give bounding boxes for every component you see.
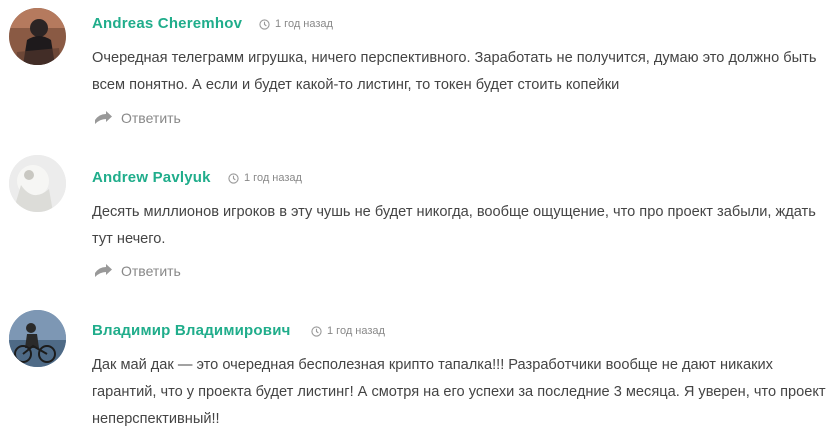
reply-label: Ответить — [121, 263, 181, 279]
comment-author[interactable]: Andrew Pavlyuk — [92, 169, 211, 186]
comment-text: Десять миллионов игроков в эту чушь не б… — [92, 204, 816, 247]
clock-icon — [311, 325, 322, 337]
reply-label: Ответить — [121, 110, 181, 126]
reply-button[interactable]: Ответить — [94, 110, 181, 126]
comment-author[interactable]: Andreas Cheremhov — [92, 15, 242, 32]
reply-button[interactable]: Ответить — [94, 263, 181, 279]
time-label: 1 год назад — [275, 18, 333, 30]
time-label: 1 год назад — [244, 172, 302, 184]
avatar[interactable] — [9, 310, 66, 367]
reply-arrow-icon — [95, 264, 112, 277]
reply-arrow-icon — [95, 111, 112, 124]
avatar[interactable] — [9, 155, 66, 212]
clock-icon — [228, 172, 239, 184]
clock-icon — [259, 18, 270, 30]
time-label: 1 год назад — [327, 325, 385, 337]
comment-text: Очередная телеграмм игрушка, ничего перс… — [92, 50, 817, 93]
comment-author[interactable]: Владимир Владимирович — [92, 322, 291, 339]
comment-time: 1 год назад — [228, 172, 302, 184]
comment-time: 1 год назад — [259, 18, 333, 30]
comment-time: 1 год назад — [311, 325, 385, 337]
avatar[interactable] — [9, 8, 66, 65]
comment-text: Дак май дак — это очередная бесполезная … — [92, 357, 826, 427]
